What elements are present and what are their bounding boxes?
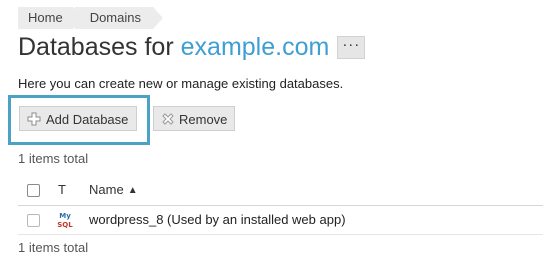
page-title: Databases for example.com ··· [18, 33, 366, 62]
column-name-label: Name [89, 182, 124, 197]
page-title-prefix: Databases for [18, 33, 174, 61]
breadcrumb: Home Domains [18, 7, 164, 29]
more-actions-button[interactable]: ··· [337, 36, 366, 59]
remove-x-icon [162, 113, 174, 125]
svg-text:My: My [59, 212, 71, 220]
database-name[interactable]: wordpress_8 (Used by an installed web ap… [89, 212, 346, 227]
page-hint: Here you can create new or manage existi… [18, 76, 344, 91]
sort-ascending-icon: ▲ [127, 185, 138, 196]
add-database-label: Add Database [46, 112, 129, 127]
domain-link[interactable]: example.com [181, 33, 330, 62]
table-row: My SQL wordpress_8 (Used by an installed… [18, 207, 543, 235]
remove-button[interactable]: Remove [153, 106, 235, 131]
select-all-checkbox[interactable] [27, 184, 40, 197]
add-database-button[interactable]: Add Database [19, 106, 137, 131]
row-checkbox[interactable] [27, 214, 40, 227]
mysql-icon: My SQL [57, 212, 73, 229]
breadcrumb-domains[interactable]: Domains [74, 7, 164, 29]
column-type[interactable]: T [58, 182, 66, 197]
breadcrumb-home[interactable]: Home [18, 7, 85, 29]
table-header: T Name ▲ [18, 178, 543, 206]
svg-text:SQL: SQL [57, 221, 73, 229]
plus-icon [27, 112, 41, 126]
remove-label: Remove [179, 112, 228, 127]
items-total-top: 1 items total [18, 151, 89, 166]
column-name[interactable]: Name ▲ [89, 182, 138, 197]
items-total-bottom: 1 items total [18, 240, 89, 255]
